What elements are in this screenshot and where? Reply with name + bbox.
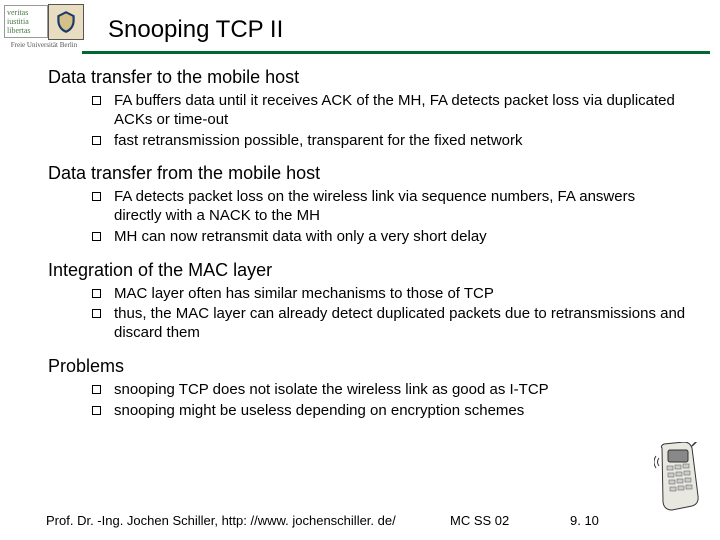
bullet-item: MAC layer often has similar mechanisms t… [92,285,686,304]
section-title: Data transfer from the mobile host [48,163,686,184]
bullet-item: MH can now retransmit data with only a v… [92,228,686,247]
section-title: Integration of the MAC layer [48,260,686,281]
bullet-item: snooping TCP does not isolate the wirele… [92,381,686,400]
phone-icon [654,442,706,518]
slide-title: Snooping TCP II [83,10,283,44]
seal-icon [48,4,84,40]
bullet-item: snooping might be useless depending on e… [92,402,686,421]
section-title: Problems [48,356,686,377]
footer-course: MC SS 02 [450,513,570,528]
slide-header: veritas iustitia libertas Freie Universi… [0,0,720,49]
footer-author: Prof. Dr. -Ing. Jochen Schiller, http: /… [46,513,450,528]
bullet-item: FA detects packet loss on the wireless l… [92,188,686,226]
motto-line: iustitia [7,17,29,26]
slide-footer: Prof. Dr. -Ing. Jochen Schiller, http: /… [46,513,690,528]
motto-line: veritas [7,8,28,17]
motto-line: libertas [7,26,31,35]
bullet-item: fast retransmission possible, transparen… [92,132,686,151]
slide-body: Data transfer to the mobile host FA buff… [0,67,720,420]
university-name: Freie Universität Berlin [5,41,83,49]
university-logo: veritas iustitia libertas Freie Universi… [5,4,83,49]
bullet-item: FA buffers data until it receives ACK of… [92,92,686,130]
title-rule [82,51,710,54]
section-title: Data transfer to the mobile host [48,67,686,88]
bullet-item: thus, the MAC layer can already detect d… [92,305,686,343]
